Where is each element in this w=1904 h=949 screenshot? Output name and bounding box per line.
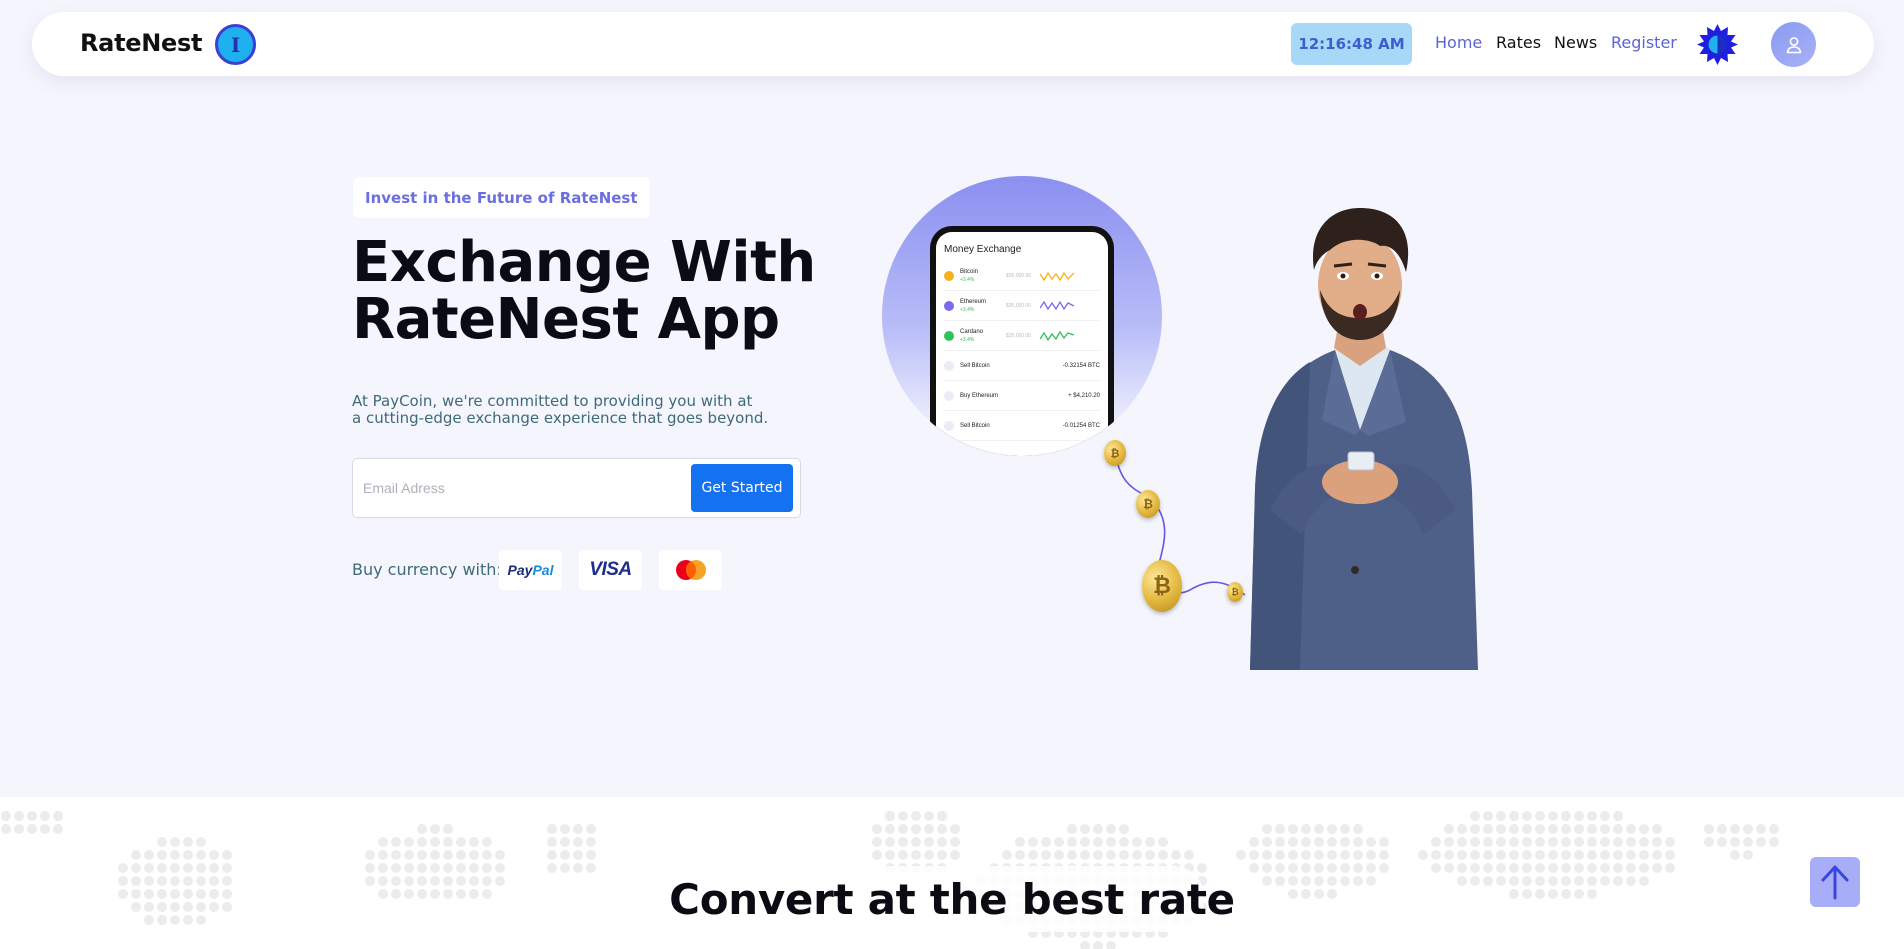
buy-currency-label: Buy currency with: [352, 560, 502, 579]
nav-link-home[interactable]: Home [1435, 33, 1482, 52]
hero-description-line-2: a cutting-edge exchange experience that … [352, 409, 769, 427]
paypal-payment-option[interactable]: PayPal [499, 550, 562, 590]
email-signup-form: Get Started [352, 458, 801, 518]
get-started-button[interactable]: Get Started [691, 464, 793, 512]
arrow-up-icon [1821, 865, 1849, 900]
nav-link-news[interactable]: News [1554, 33, 1597, 52]
brand-badge-icon: I [215, 24, 256, 65]
nav-link-rates[interactable]: Rates [1496, 33, 1541, 52]
user-account-button[interactable] [1771, 22, 1816, 67]
visa-payment-option[interactable]: VISA [579, 550, 642, 590]
person-with-phone-image [1250, 208, 1478, 670]
bitcoin-coin-icon: ₿ [1136, 490, 1160, 518]
brand-logo-text[interactable]: RateNest [80, 29, 202, 57]
section-title: Convert at the best rate [669, 866, 1235, 932]
hero-title-line-2: RateNest App [352, 287, 780, 352]
hero-tagline-badge: Invest in the Future of RateNest [353, 177, 650, 218]
mastercard-payment-option[interactable] [659, 550, 722, 590]
hero-title: Exchange With RateNest App [352, 234, 816, 348]
bitcoin-coin-icon: ₿ [1104, 440, 1126, 466]
email-input[interactable] [363, 471, 683, 505]
mastercard-logo [675, 560, 706, 580]
scroll-to-top-button[interactable] [1810, 857, 1860, 907]
live-clock: 12:16:48 AM [1291, 23, 1412, 65]
sun-icon [1697, 24, 1738, 65]
bitcoin-coin-icon: ₿ [1142, 560, 1182, 612]
top-navbar: RateNest I 12:16:48 AM Home Rates News R… [32, 12, 1874, 76]
paypal-logo: PayPal [507, 562, 554, 578]
hero-description-line-1: At PayCoin, we're committed to providing… [352, 392, 753, 410]
visa-logo: VISA [589, 559, 632, 580]
user-icon [1786, 36, 1801, 53]
nav-link-register[interactable]: Register [1611, 33, 1677, 52]
hero-illustration: Money Exchange Bitcoin +3.4% $35,000.00 E… [870, 160, 1490, 670]
theme-toggle-button[interactable] [1696, 23, 1739, 66]
hero-title-line-1: Exchange With [352, 230, 816, 295]
hero-description: At PayCoin, we're committed to providing… [352, 393, 782, 427]
